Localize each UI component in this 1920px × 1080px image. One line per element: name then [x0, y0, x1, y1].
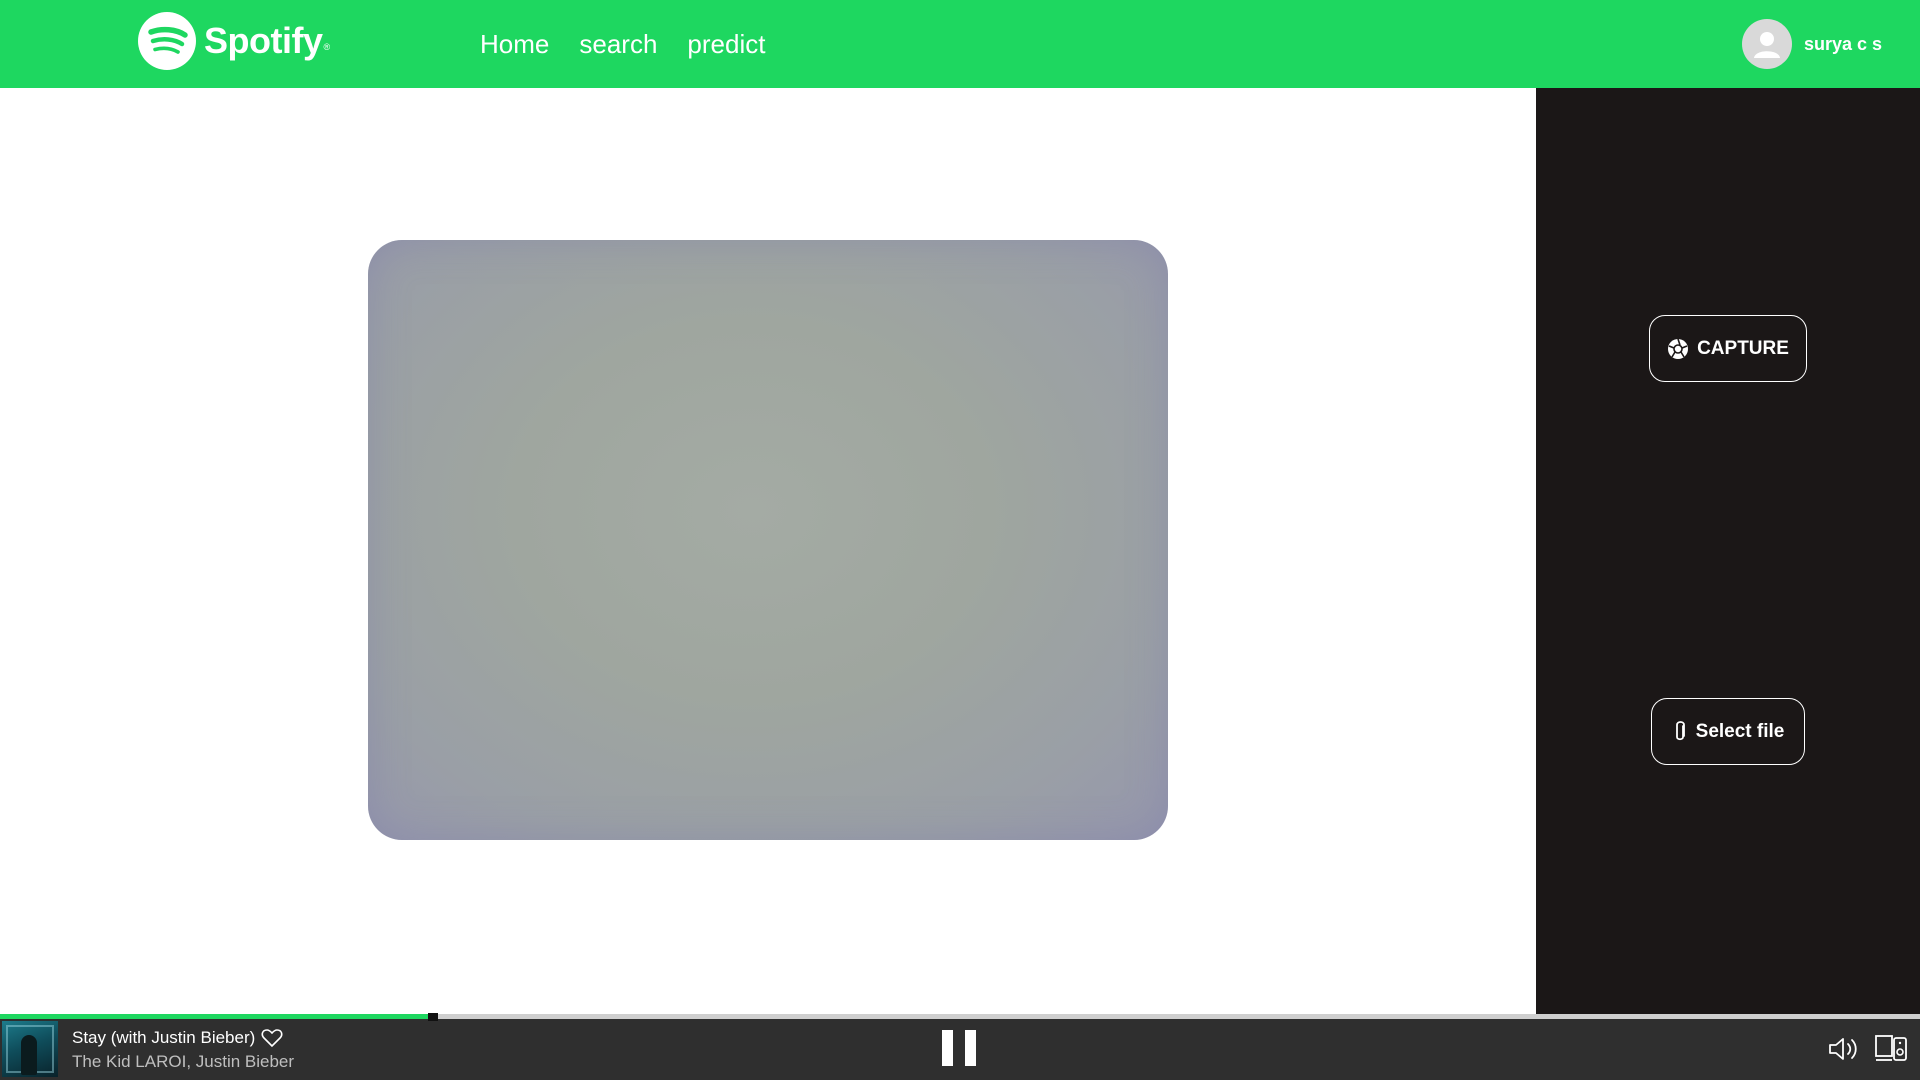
brand-name: Spotify: [204, 20, 323, 61]
spotify-logo[interactable]: Spotify ®: [138, 12, 330, 70]
action-sidebar: CAPTURE Select file: [1536, 88, 1920, 1014]
avatar[interactable]: [1741, 19, 1792, 69]
user-menu[interactable]: surya c s: [1741, 0, 1882, 88]
track-title-row: Stay (with Justin Bieber): [72, 1028, 294, 1048]
heart-icon[interactable]: [261, 1028, 283, 1048]
registered-mark: ®: [323, 42, 331, 52]
select-file-label: Select file: [1695, 720, 1785, 742]
select-file-button[interactable]: Select file: [1651, 698, 1805, 765]
capture-button[interactable]: CAPTURE: [1649, 315, 1807, 382]
volume-icon[interactable]: [1828, 1036, 1862, 1067]
top-navigation-bar: Spotify ® Home search predict surya c s: [0, 0, 1920, 88]
main-content: [0, 88, 1536, 1014]
progress-thumb[interactable]: [428, 1013, 438, 1021]
track-title[interactable]: Stay (with Justin Bieber): [72, 1028, 255, 1048]
nav-home-link[interactable]: Home: [480, 29, 549, 60]
pause-icon-bar-left: [942, 1030, 953, 1066]
nav-predict-link[interactable]: predict: [687, 29, 765, 60]
nav-search-link[interactable]: search: [579, 29, 657, 60]
camera-shutter-icon: [1668, 338, 1689, 359]
spotify-logo-icon: [138, 12, 196, 70]
webcam-preview: [368, 240, 1168, 840]
connect-device-icon[interactable]: [1874, 1034, 1908, 1067]
pause-button[interactable]: [942, 1030, 976, 1066]
user-name: surya c s: [1803, 33, 1882, 54]
main-nav: Home search predict: [480, 0, 795, 88]
pause-icon-bar-right: [965, 1030, 976, 1066]
progress-bar[interactable]: [0, 1013, 1920, 1021]
capture-label: CAPTURE: [1697, 337, 1789, 359]
now-playing-bar: Stay (with Justin Bieber) The Kid LAROI,…: [0, 1013, 1920, 1080]
user-icon: [1753, 32, 1780, 58]
track-info: Stay (with Justin Bieber) The Kid LAROI,…: [72, 1028, 294, 1072]
album-art[interactable]: [2, 1021, 58, 1077]
progress-fill: [0, 1014, 432, 1019]
album-art-figure: [21, 1035, 37, 1075]
paperclip-icon: [1675, 720, 1685, 740]
track-artist[interactable]: The Kid LAROI, Justin Bieber: [72, 1052, 294, 1072]
